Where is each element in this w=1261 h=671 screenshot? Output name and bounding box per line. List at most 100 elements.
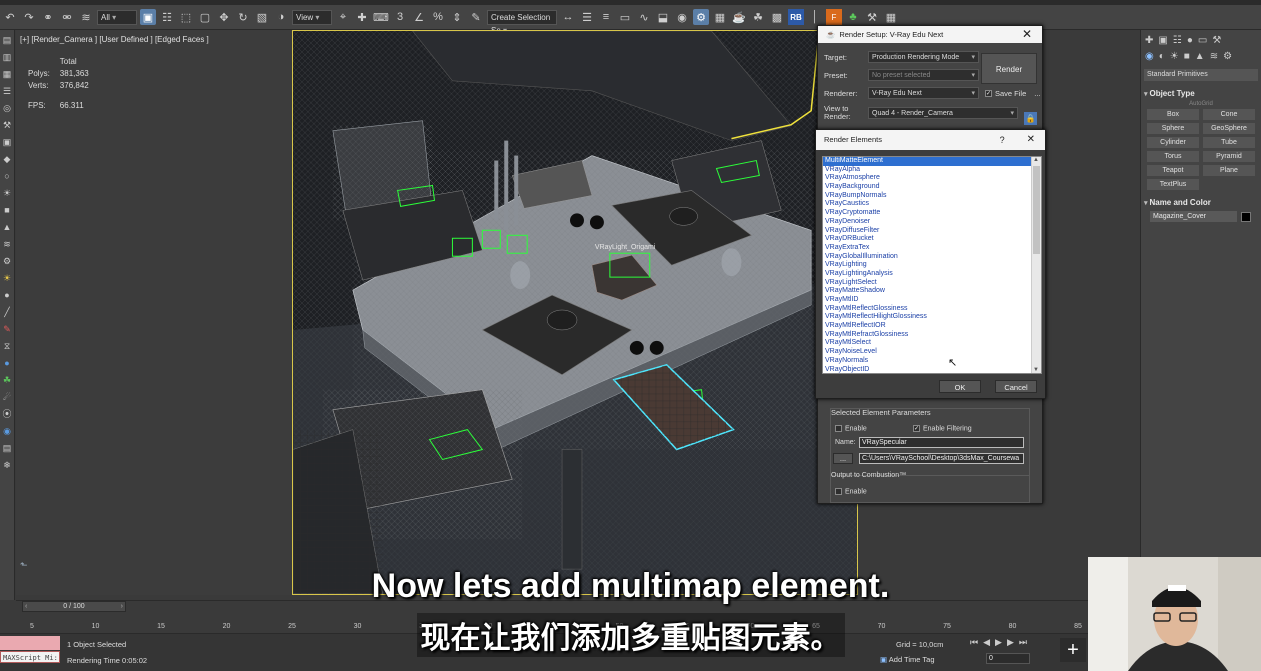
save-file-checkbox[interactable] xyxy=(985,89,992,97)
plane-button[interactable]: Plane xyxy=(1203,165,1255,176)
earth-icon[interactable]: ● xyxy=(2,358,13,369)
render-element-item[interactable]: MultiMatteElement xyxy=(823,157,1041,166)
viewport-perspective[interactable]: VRayLight_Origami xyxy=(292,30,858,595)
snaps-icon[interactable]: 3 xyxy=(392,9,408,25)
schematic-view-icon[interactable]: ⬓ xyxy=(655,9,671,25)
move-icon[interactable]: ✥ xyxy=(216,9,232,25)
cylinder-button[interactable]: Cylinder xyxy=(1147,137,1199,148)
measure-icon[interactable]: ╱ xyxy=(2,307,13,318)
viewport-render-camera[interactable] xyxy=(16,30,292,595)
renderer-dropdown[interactable]: V-Ray Edu Next xyxy=(868,87,979,99)
hierarchy-tab-icon[interactable]: ☷ xyxy=(1173,35,1182,46)
combustion-enable-checkbox[interactable] xyxy=(835,488,842,495)
modify-tab-icon[interactable]: ▣ xyxy=(1158,35,1167,46)
category-dropdown[interactable]: Standard Primitives xyxy=(1144,69,1258,81)
render-iterative-icon[interactable]: ☘ xyxy=(750,9,766,25)
grid-tool-icon[interactable]: ▦ xyxy=(883,9,899,25)
viewport-label[interactable]: [+] [Render_Camera ] [User Defined ] [Ed… xyxy=(20,35,209,44)
save-file-browse-button[interactable]: ... xyxy=(1034,89,1040,98)
spiral-icon[interactable]: ⦿ xyxy=(2,409,13,420)
render-production-icon[interactable]: ☕ xyxy=(731,9,747,25)
render-setup-icon[interactable]: ⚙ xyxy=(693,9,709,25)
render-element-item[interactable]: VRayMtlReflectHilightGlossiness xyxy=(823,313,1041,322)
pivot-icon[interactable]: ⌖ xyxy=(335,9,351,25)
layer-explorer-icon[interactable]: ≡ xyxy=(598,9,614,25)
geometry-icon[interactable]: ◆ xyxy=(2,154,13,165)
paint-icon[interactable]: ✎ xyxy=(2,324,13,335)
render-element-item[interactable]: VRayMtlReflectGlossiness xyxy=(823,305,1041,314)
select-object-icon[interactable]: ▣ xyxy=(140,9,156,25)
object-type-title[interactable]: Object Type xyxy=(1144,87,1258,100)
helpers-category-icon[interactable]: ▲ xyxy=(1195,51,1205,62)
spinner-snap-icon[interactable]: ⇕ xyxy=(449,9,465,25)
pyramid-button[interactable]: Pyramid xyxy=(1203,151,1255,162)
railclone-icon[interactable]: ♣ xyxy=(845,9,861,25)
edit-named-sel-icon[interactable]: ✎ xyxy=(468,9,484,25)
curve-editor-icon[interactable]: ∿ xyxy=(636,9,652,25)
rect-selection-icon[interactable]: ⬚ xyxy=(178,9,194,25)
list-scrollbar[interactable]: ▲ ▼ xyxy=(1031,157,1041,373)
sphere-icon[interactable]: ● xyxy=(2,290,13,301)
cone-button[interactable]: Cone xyxy=(1203,109,1255,120)
cameras-icon[interactable]: ■ xyxy=(2,205,13,216)
sphere-button[interactable]: Sphere xyxy=(1147,123,1199,134)
rotate-icon[interactable]: ↻ xyxy=(235,9,251,25)
render-element-item[interactable]: VRayBackground xyxy=(823,183,1041,192)
filter-icon[interactable]: ▣ xyxy=(2,137,13,148)
select-by-name-icon[interactable]: ☷ xyxy=(159,9,175,25)
render-element-item[interactable]: VRayNoiseLevel xyxy=(823,348,1041,357)
render-element-item[interactable]: VRayLightSelect xyxy=(823,279,1041,288)
link-icon[interactable]: ⚭ xyxy=(40,9,56,25)
spacewarps-category-icon[interactable]: ≋ xyxy=(1210,51,1218,62)
bulb-icon[interactable]: ☄ xyxy=(2,392,13,403)
redo-icon[interactable]: ↷ xyxy=(21,9,37,25)
spacewarps-icon[interactable]: ≋ xyxy=(2,239,13,250)
render-element-item[interactable]: VRayCryptomatte xyxy=(823,209,1041,218)
material-editor-icon[interactable]: ◉ xyxy=(674,9,690,25)
render-element-item[interactable]: VRayMtlID xyxy=(823,296,1041,305)
systems-icon[interactable]: ⚙ xyxy=(2,256,13,267)
rb-icon[interactable]: RB xyxy=(788,9,804,25)
close-icon[interactable]: ✕ xyxy=(1022,26,1032,43)
percent-snap-icon[interactable]: % xyxy=(430,9,446,25)
mirror-icon[interactable]: ↔ xyxy=(560,9,576,25)
keyboard-shortcut-icon[interactable]: ⌨ xyxy=(373,9,389,25)
ribbon-icon[interactable]: ▭ xyxy=(617,9,633,25)
scroll-up-icon[interactable]: ▲ xyxy=(1033,157,1039,163)
render-elements-dialog[interactable]: Render Elements ? ✕ MultiMatteElement VRa… xyxy=(815,129,1046,399)
render-element-item[interactable]: VRayLightingAnalysis xyxy=(823,270,1041,279)
undo-icon[interactable]: ↶ xyxy=(2,9,18,25)
globe-icon[interactable]: ◉ xyxy=(2,426,13,437)
warp-icon[interactable]: ⧖ xyxy=(2,341,13,352)
cancel-button[interactable]: Cancel xyxy=(995,380,1037,393)
render-element-item[interactable]: VRayMtlReflectIOR xyxy=(823,322,1041,331)
view-to-render-dropdown[interactable]: Quad 4 - Render_Camera xyxy=(868,107,1018,119)
utilities-icon[interactable]: ⚒ xyxy=(2,120,13,131)
help-button[interactable]: ? xyxy=(1000,130,1005,150)
place-icon[interactable]: ◑ xyxy=(273,9,289,25)
scale-icon[interactable]: ▧ xyxy=(254,9,270,25)
render-element-item[interactable]: VRayGlobalIllumination xyxy=(823,253,1041,262)
object-color-swatch[interactable] xyxy=(1241,211,1251,222)
render-element-item[interactable]: VRayAtmosphere xyxy=(823,174,1041,183)
render-button[interactable]: Render xyxy=(981,53,1037,84)
render-element-item[interactable]: VRayMtlSelect xyxy=(823,339,1041,348)
forest-pack-icon[interactable]: F xyxy=(826,9,842,25)
render-element-item[interactable]: VRayAlpha xyxy=(823,166,1041,175)
plant-icon[interactable]: ☘ xyxy=(2,375,13,386)
path-browse-button[interactable]: ... xyxy=(833,453,853,464)
element-path-field[interactable]: C:\Users\VRaySchool\Desktop\3dsMax_Cours… xyxy=(859,453,1024,464)
cameras-category-icon[interactable]: ■ xyxy=(1184,51,1190,62)
layer-side-icon[interactable]: ▥ xyxy=(2,52,13,63)
unlink-icon[interactable]: ⚮ xyxy=(59,9,75,25)
ok-button[interactable]: OK xyxy=(939,380,981,393)
select-manipulate-icon[interactable]: ✚ xyxy=(354,9,370,25)
render-element-item[interactable]: VRayBumpNormals xyxy=(823,192,1041,201)
element-enable-checkbox[interactable] xyxy=(835,425,842,432)
geometry-category-icon[interactable]: ◉ xyxy=(1145,51,1154,62)
vray-frame-buffer-icon[interactable]: ▩ xyxy=(769,9,785,25)
autogrid-label[interactable]: AutoGrid xyxy=(1144,101,1258,107)
snow-icon[interactable]: ❄ xyxy=(2,460,13,471)
lights-category-icon[interactable]: ☀ xyxy=(1170,51,1179,62)
teapot-button[interactable]: Teapot xyxy=(1147,165,1199,176)
